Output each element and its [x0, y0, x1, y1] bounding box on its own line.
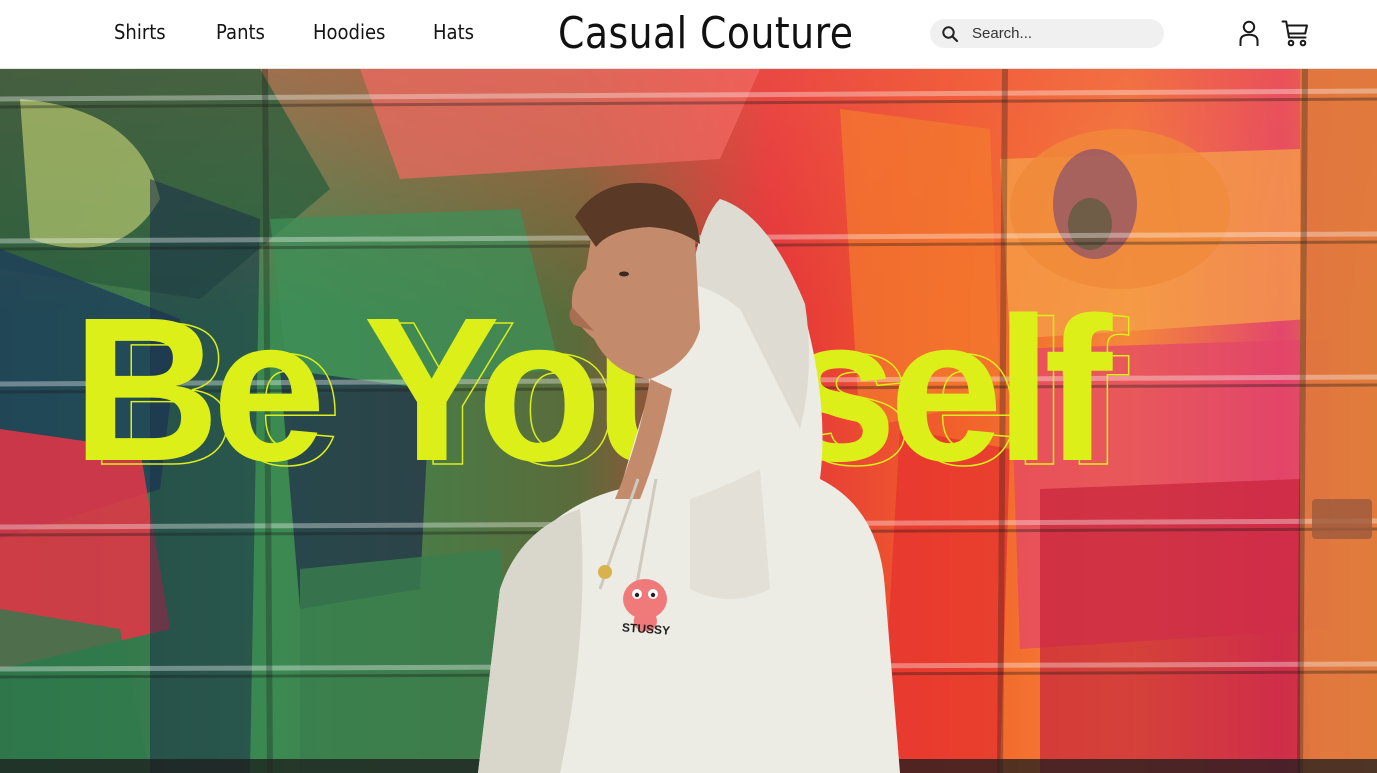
nav-link-hoodies[interactable]: Hoodies — [313, 20, 385, 44]
hero-banner: Be Yourself Be Yourself STUSSY — [0, 69, 1377, 773]
search-input[interactable] — [968, 19, 1156, 48]
site-header: Shirts Pants Hoodies Hats Casual Couture — [0, 0, 1377, 69]
nav-link-pants[interactable]: Pants — [216, 20, 265, 44]
nav-link-hats[interactable]: Hats — [433, 20, 474, 44]
hero-title: Be Yourself — [72, 275, 1112, 504]
search-bar[interactable] — [930, 19, 1164, 48]
user-icon[interactable] — [1234, 18, 1264, 48]
search-icon[interactable] — [941, 25, 959, 43]
brand-logo[interactable]: Casual Couture — [558, 8, 853, 60]
nav-link-shirts[interactable]: Shirts — [114, 20, 166, 44]
shopping-cart-icon[interactable] — [1280, 18, 1310, 48]
